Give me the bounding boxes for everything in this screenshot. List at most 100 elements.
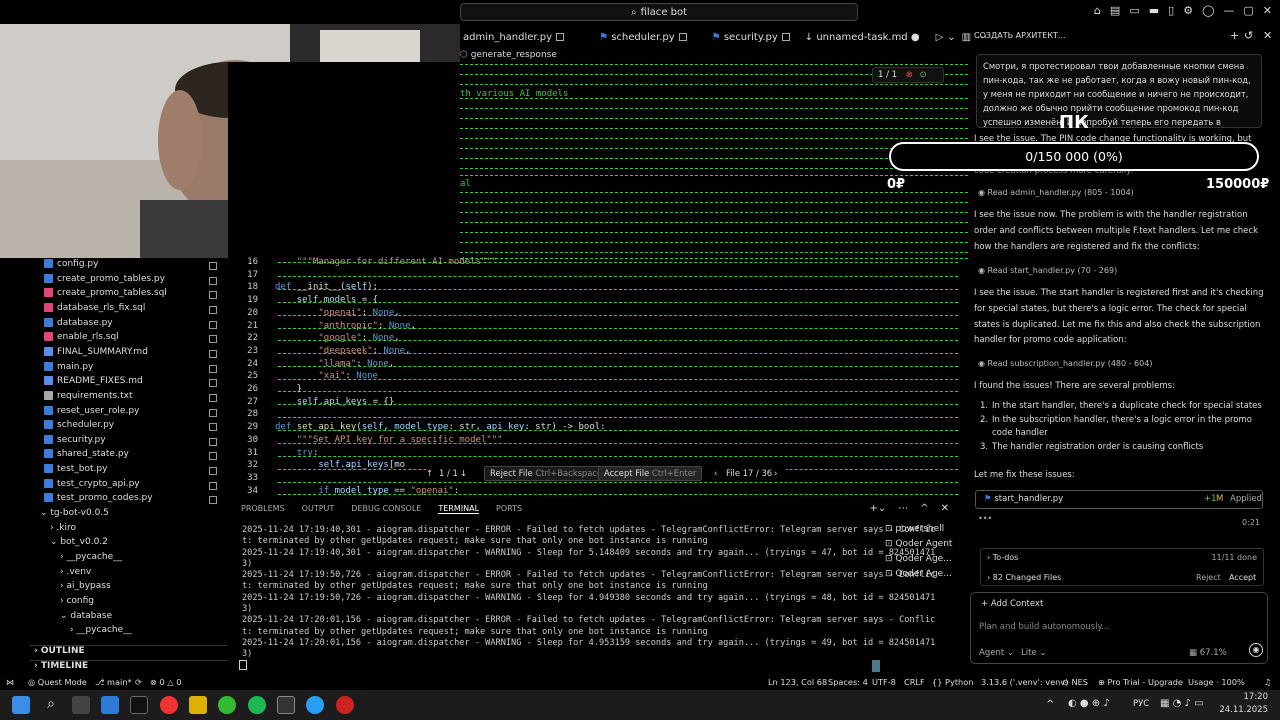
clock-time[interactable]: 17:20 [1228,692,1269,702]
tab-admin-handler[interactable]: admin_handler.py [460,32,576,43]
indentation[interactable]: Spaces: 4 [828,677,868,687]
file-item[interactable]: main.py [44,361,93,372]
accept-change-icon[interactable]: ⊙ [920,70,927,80]
quest-mode[interactable]: ◎ Quest Mode [28,677,87,687]
panel-tab[interactable]: OUTPUT [302,504,335,514]
chat-input-placeholder[interactable]: Plan and build autonomously... [979,622,1109,632]
network-sound-icons[interactable]: ▦ ◔ ♪ ▭ [1160,698,1204,709]
bell-icon[interactable]: ♫ [1264,677,1271,687]
todos-toggle[interactable]: › To-dos [987,553,1018,562]
reject-change-icon[interactable]: ⊗ [906,70,913,80]
tab-scheduler[interactable]: ⚑ scheduler.py [596,32,699,43]
chevron-left-icon[interactable]: ‹ [714,468,717,478]
terminal-output[interactable]: 2025-11-24 17:19:40,301 - aiogram.dispat… [242,525,935,661]
clock-date[interactable]: 24.11.2025 [1212,705,1268,715]
tab-close-icon[interactable] [781,32,790,41]
panel-icon[interactable]: ▬ [1149,4,1159,17]
reject-all-button[interactable]: Reject [1196,573,1221,582]
model-select[interactable]: Lite ⌄ [1021,648,1047,658]
panel-tab[interactable]: DEBUG CONSOLE [351,504,421,514]
folder-item[interactable]: ⌄ database [60,611,112,621]
remote-icon[interactable]: ⋈ [6,677,14,687]
line-ending[interactable]: CRLF [904,677,925,687]
new-terminal-icon[interactable]: +⌄ [869,503,886,514]
file-item[interactable]: test_bot.py [44,464,107,474]
terminal-scrollbar[interactable] [872,660,880,672]
chevron-down-icon[interactable]: ⌄ [947,32,955,43]
panel-tab[interactable]: TERMINAL [438,504,480,514]
nes-status[interactable]: ⊙ NES [1062,677,1088,687]
branch[interactable]: ⎇ main* [95,677,132,687]
timeline-section[interactable]: › TIMELINE [30,660,228,673]
tab-security[interactable]: ⚑ security.py [709,32,802,43]
tab-close-icon[interactable] [556,32,565,41]
file-item[interactable]: create_promo_tables.py [44,273,165,284]
folder-item[interactable]: › .kiro [50,523,76,533]
search-icon[interactable]: ⌕ [42,696,60,714]
folder-item[interactable]: ⌄ bot_v0.0.2 [50,537,108,547]
spotify-icon[interactable] [248,696,266,714]
sidebar-right-icon[interactable]: ▯ [1168,4,1174,17]
chat-input-box[interactable]: + Add Context Plan and build autonomousl… [970,592,1268,664]
run-icon[interactable]: ▷ [936,32,944,43]
usage-status[interactable]: Usage · 100% [1188,677,1245,687]
folder-item[interactable]: ⌄ tg-bot-v0.0.5 [40,508,109,518]
outline-section[interactable]: › OUTLINE [30,645,228,658]
maximize-panel-icon[interactable]: ^ [920,503,928,514]
file-item[interactable]: database_rls_fix.sql [44,302,145,313]
panel-tab[interactable]: PROBLEMS [241,504,285,514]
accept-file-button[interactable]: Accept File Ctrl+Enter [598,466,703,481]
changed-files-toggle[interactable]: › 82 Changed Files [987,573,1061,582]
chevron-down-icon[interactable]: ↓ [460,468,467,478]
file-item[interactable]: shared_state.py [44,449,129,459]
obs-icon[interactable] [336,696,354,714]
cursor-position[interactable]: Ln 123, Col 68 [768,677,827,687]
chevron-right-icon[interactable]: › [774,468,777,478]
terminal-instance[interactable]: ⊡ Qoder Age... [885,569,952,584]
tray-icons[interactable]: ◐ ● ⊕ ♪ [1068,698,1110,709]
file-item[interactable]: test_promo_codes.py [44,493,153,503]
language[interactable]: {} Python [932,677,973,687]
chevron-up-icon[interactable]: ↑ [426,468,433,478]
new-chat-icon[interactable]: + [1230,29,1239,42]
close-chat-icon[interactable]: ✕ [1263,29,1272,42]
file-item[interactable]: database.py [44,317,113,328]
sync-icon[interactable]: ⟳ [135,677,142,687]
terminal-app-icon[interactable] [130,696,148,714]
file-item[interactable]: enable_rls.sql [44,332,119,342]
terminal-instance[interactable]: ⊡ Qoder Age... [885,554,952,569]
file-item[interactable]: requirements.txt [44,390,132,401]
add-context-button[interactable]: + Add Context [981,599,1043,609]
plan-status[interactable]: ⊕ Pro Trial - Upgrade [1098,677,1183,687]
file-item[interactable]: test_crypto_api.py [44,478,140,489]
folder-item[interactable]: › __pycache__ [60,552,122,562]
file-item[interactable]: scheduler.py [44,420,114,430]
layout-icon[interactable]: ▤ [1110,4,1120,17]
app-icon[interactable] [189,696,207,714]
terminal-instance[interactable]: ⊡ powershell [885,524,952,539]
history-icon[interactable]: ↺ [1244,29,1253,42]
gift-icon[interactable]: ⌂ [1094,4,1101,17]
tab-unnamed-task[interactable]: ↓ unnamed-task.md ● [802,32,932,43]
file-item[interactable]: create_promo_tables.sql [44,288,167,298]
settings-icon[interactable]: ⚙ [1183,4,1193,17]
file-item[interactable]: config.py [44,259,98,269]
telegram-icon[interactable] [306,696,324,714]
folder-item[interactable]: › config [60,596,94,606]
breadcrumb[interactable]: ⬡ generate_response [460,50,557,60]
interpreter[interactable]: 3.13.6 ('.venv': venv) [981,677,1068,687]
folder-item[interactable]: › .venv [60,567,91,577]
command-search[interactable]: ⌕ filace bot [460,3,858,21]
whatsapp-icon[interactable] [218,696,236,714]
chrome-icon[interactable] [160,696,178,714]
file-item[interactable]: security.py [44,434,106,445]
problems[interactable]: ⊗ 0 △ 0 [150,677,181,687]
tab-close-icon[interactable] [678,32,687,41]
folder-item[interactable]: › __pycache__ [70,625,132,635]
terminal-instance[interactable]: ⊡ Qoder Agent [885,539,952,554]
file-item[interactable]: FINAL_SUMMARY.md [44,346,148,357]
file-item[interactable]: README_FIXES.md [44,376,143,386]
more-icon[interactable]: ⋯ [898,503,908,514]
file-item[interactable]: reset_user_role.py [44,405,139,416]
account-icon[interactable]: ◯ [1202,4,1214,17]
